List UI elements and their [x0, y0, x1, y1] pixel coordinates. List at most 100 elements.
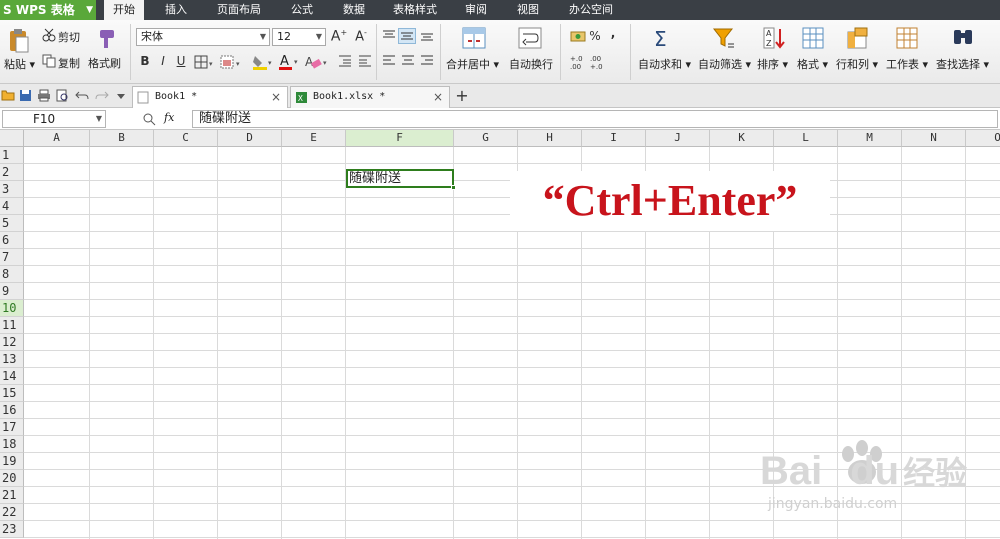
row-header-16[interactable]: 16	[0, 402, 24, 419]
bold-button[interactable]: B	[138, 54, 152, 68]
row-header-8[interactable]: 8	[0, 266, 24, 283]
row-header-15[interactable]: 15	[0, 385, 24, 402]
clear-format-icon[interactable]: A ▾	[304, 54, 330, 73]
borders-icon[interactable]: ▾	[194, 55, 216, 72]
row-header-13[interactable]: 13	[0, 351, 24, 368]
print-preview-icon[interactable]	[56, 89, 69, 105]
tab-formulas[interactable]: 公式	[282, 0, 322, 20]
autofilter-button[interactable]: 自动筛选 ▾	[698, 56, 751, 72]
worksheet-button[interactable]: 工作表 ▾	[886, 56, 928, 72]
redo-icon[interactable]	[95, 89, 109, 104]
percent-button[interactable]: %	[588, 29, 602, 43]
open-folder-icon[interactable]	[1, 89, 15, 104]
format-icon[interactable]	[802, 26, 824, 53]
column-header-g[interactable]: G	[454, 130, 518, 147]
paste-button[interactable]: 粘贴 ▾	[4, 56, 35, 72]
indent-icon[interactable]	[338, 54, 352, 71]
row-header-7[interactable]: 7	[0, 249, 24, 266]
font-color-icon[interactable]: A ▾	[278, 53, 302, 73]
column-header-i[interactable]: I	[582, 130, 646, 147]
sort-button[interactable]: 排序 ▾	[757, 56, 788, 72]
row-header-17[interactable]: 17	[0, 419, 24, 436]
format-button[interactable]: 格式 ▾	[797, 56, 828, 72]
thousands-separator-button[interactable]: ,	[608, 26, 618, 40]
tab-office-space[interactable]: 办公空间	[562, 0, 620, 20]
column-header-l[interactable]: L	[774, 130, 838, 147]
column-header-n[interactable]: N	[902, 130, 966, 147]
copy-icon[interactable]	[42, 54, 56, 71]
increase-font-size-button[interactable]: A+	[330, 28, 348, 45]
autosum-button[interactable]: 自动求和 ▾	[638, 56, 691, 72]
format-painter-icon[interactable]	[96, 28, 116, 53]
column-header-m[interactable]: M	[838, 130, 902, 147]
column-header-b[interactable]: B	[90, 130, 154, 147]
row-header-18[interactable]: 18	[0, 436, 24, 453]
row-header-5[interactable]: 5	[0, 215, 24, 232]
new-tab-button[interactable]: +	[454, 86, 470, 105]
merge-center-button[interactable]: 合并居中 ▾	[446, 56, 499, 72]
align-left-icon[interactable]	[382, 55, 396, 70]
formula-input[interactable]: 随碟附送	[192, 110, 998, 128]
row-header-20[interactable]: 20	[0, 470, 24, 487]
currency-icon[interactable]	[570, 30, 588, 47]
column-header-d[interactable]: D	[218, 130, 282, 147]
tab-view[interactable]: 视图	[508, 0, 548, 20]
rows-cols-button[interactable]: 行和列 ▾	[836, 56, 878, 72]
zoom-magnifier-icon[interactable]	[142, 112, 156, 129]
row-header-6[interactable]: 6	[0, 232, 24, 249]
cut-button[interactable]: 剪切	[58, 29, 80, 45]
column-header-f[interactable]: F	[346, 130, 454, 147]
tab-page-layout[interactable]: 页面布局	[210, 0, 268, 20]
fill-handle[interactable]	[451, 185, 456, 190]
row-header-10[interactable]: 10	[0, 300, 24, 317]
row-header-3[interactable]: 3	[0, 181, 24, 198]
column-header-a[interactable]: A	[24, 130, 90, 147]
tab-insert[interactable]: 插入	[156, 0, 196, 20]
column-header-j[interactable]: J	[646, 130, 710, 147]
filter-icon[interactable]	[712, 26, 736, 53]
cell-style-icon[interactable]: ▾	[220, 55, 244, 72]
wps-app-menu-button[interactable]: S WPS 表格 ▼	[0, 0, 96, 20]
row-header-22[interactable]: 22	[0, 504, 24, 521]
fill-color-icon[interactable]: ▾	[252, 54, 276, 73]
find-select-button[interactable]: 查找选择 ▾	[936, 56, 989, 72]
column-header-c[interactable]: C	[154, 130, 218, 147]
close-icon[interactable]: ×	[271, 87, 281, 107]
copy-button[interactable]: 复制	[58, 55, 80, 71]
fx-icon[interactable]: fx	[164, 111, 174, 124]
format-painter-button[interactable]: 格式刷	[88, 55, 121, 71]
italic-button[interactable]: I	[156, 54, 170, 68]
tab-book1[interactable]: Book1 * ×	[132, 86, 288, 108]
close-icon[interactable]: ×	[433, 87, 443, 107]
decrease-font-size-button[interactable]: A-	[352, 28, 370, 44]
sigma-icon[interactable]: Σ	[652, 26, 674, 53]
align-top-icon[interactable]	[382, 30, 396, 45]
wrap-text-button[interactable]: 自动换行	[509, 56, 553, 72]
font-name-select[interactable]: 宋体 ▼	[136, 28, 270, 46]
name-box[interactable]: F10 ▼	[2, 110, 106, 128]
column-header-k[interactable]: K	[710, 130, 774, 147]
row-header-1[interactable]: 1	[0, 147, 24, 164]
align-right-icon[interactable]	[420, 55, 434, 70]
tab-book1-xlsx[interactable]: X Book1.xlsx * ×	[290, 86, 450, 108]
row-header-4[interactable]: 4	[0, 198, 24, 215]
align-bottom-icon[interactable]	[420, 30, 434, 45]
wrap-text-icon[interactable]	[518, 26, 542, 53]
outdent-icon[interactable]	[358, 54, 372, 71]
decrease-decimal-icon[interactable]: .00 +.0	[590, 54, 608, 73]
row-header-23[interactable]: 23	[0, 521, 24, 538]
active-cell-f10[interactable]: 随碟附送	[346, 169, 456, 190]
undo-icon[interactable]	[75, 89, 89, 104]
row-header-2[interactable]: 2	[0, 164, 24, 181]
worksheet-icon[interactable]	[896, 26, 918, 53]
row-header-11[interactable]: 11	[0, 317, 24, 334]
paste-icon[interactable]	[8, 28, 30, 57]
merge-center-icon[interactable]	[462, 26, 486, 53]
rows-cols-icon[interactable]	[846, 26, 870, 53]
column-header-h[interactable]: H	[518, 130, 582, 147]
column-header-e[interactable]: E	[282, 130, 346, 147]
tab-home[interactable]: 开始	[104, 0, 144, 20]
row-header-14[interactable]: 14	[0, 368, 24, 385]
row-header-12[interactable]: 12	[0, 334, 24, 351]
row-header-21[interactable]: 21	[0, 487, 24, 504]
